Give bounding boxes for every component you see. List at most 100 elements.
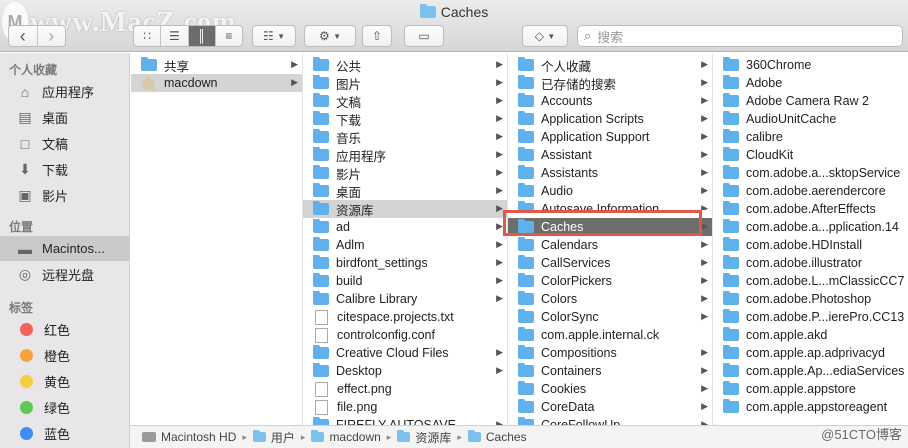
folder-icon: [723, 201, 739, 215]
sidebar-item-label: 文稿: [42, 137, 69, 152]
column-row[interactable]: Calendars ▶: [508, 236, 712, 254]
column-row[interactable]: ad ▶: [303, 218, 507, 236]
column-row[interactable]: com.adobe.a...pplication.14: [713, 218, 908, 236]
column-row[interactable]: 资源库 ▶: [303, 200, 507, 218]
column-row[interactable]: birdfont_settings ▶: [303, 254, 507, 272]
sidebar-item[interactable]: ⌂ 应用程序: [0, 79, 130, 104]
column-row[interactable]: Desktop ▶: [303, 362, 507, 380]
column-row[interactable]: CloudKit: [713, 146, 908, 164]
row-label: com.adobe.a...sktopService: [746, 166, 901, 180]
column-row[interactable]: Compositions ▶: [508, 344, 712, 362]
column-row[interactable]: Accounts ▶: [508, 92, 712, 110]
column-row[interactable]: com.apple.appstore: [713, 380, 908, 398]
column-row[interactable]: CallServices ▶: [508, 254, 712, 272]
sidebar-item[interactable]: 蓝色: [0, 421, 130, 446]
column-row[interactable]: build ▶: [303, 272, 507, 290]
column-row[interactable]: 公共 ▶: [303, 56, 507, 74]
tag-button[interactable]: ▭: [404, 25, 444, 47]
sidebar-item[interactable]: ▬ Macintos...: [0, 236, 130, 261]
column-row[interactable]: Calibre Library ▶: [303, 290, 507, 308]
sidebar-item[interactable]: 绿色: [0, 395, 130, 420]
column-row[interactable]: com.adobe.L...mClassicCC7: [713, 272, 908, 290]
path-segment[interactable]: macdown: [311, 430, 381, 444]
column-row[interactable]: Adobe Camera Raw 2: [713, 92, 908, 110]
column-row[interactable]: Caches ▶: [508, 218, 712, 236]
column-row[interactable]: macdown ▶: [131, 74, 302, 92]
column-row[interactable]: com.apple.appstoreagent: [713, 398, 908, 416]
column-row[interactable]: Audio ▶: [508, 182, 712, 200]
column-row[interactable]: 文稿 ▶: [303, 92, 507, 110]
column-row[interactable]: AudioUnitCache: [713, 110, 908, 128]
share-button[interactable]: ⇧: [362, 25, 392, 47]
column-row[interactable]: 已存储的搜索 ▶: [508, 74, 712, 92]
column-row[interactable]: com.apple.akd: [713, 326, 908, 344]
sidebar-item[interactable]: ▤ 桌面: [0, 105, 130, 130]
column-row[interactable]: CoreFollowUp ▶: [508, 416, 712, 425]
column-row[interactable]: citespace.projects.txt: [303, 308, 507, 326]
column-row[interactable]: Cookies ▶: [508, 380, 712, 398]
column-view-button[interactable]: ║: [188, 26, 216, 46]
column-row[interactable]: ColorPickers ▶: [508, 272, 712, 290]
back-button[interactable]: ‹: [9, 26, 38, 46]
column-row[interactable]: file.png: [303, 398, 507, 416]
column-row[interactable]: 影片 ▶: [303, 164, 507, 182]
column-row[interactable]: com.adobe.HDInstall: [713, 236, 908, 254]
path-segment[interactable]: 资源库: [397, 429, 451, 446]
column-row[interactable]: 个人收藏 ▶: [508, 56, 712, 74]
column-row[interactable]: com.adobe.AfterEffects: [713, 200, 908, 218]
column-row[interactable]: Creative Cloud Files ▶: [303, 344, 507, 362]
icon-view-button[interactable]: ∷: [134, 26, 162, 46]
column-row[interactable]: effect.png: [303, 380, 507, 398]
dropbox-button[interactable]: ◇ ▼: [522, 25, 568, 47]
column-row[interactable]: 桌面 ▶: [303, 182, 507, 200]
list-view-button[interactable]: ☰: [161, 26, 189, 46]
column-row[interactable]: com.adobe.illustrator: [713, 254, 908, 272]
disclosure-arrow-icon: ▶: [701, 59, 708, 69]
group-button[interactable]: ☷ ▼: [252, 25, 296, 47]
column-row[interactable]: FIREFLY AUTOSAVE ▶: [303, 416, 507, 425]
sidebar-item[interactable]: ◎ 远程光盘: [0, 262, 130, 287]
column-row[interactable]: com.apple.internal.ck: [508, 326, 712, 344]
action-button[interactable]: ⚙ ▼: [304, 25, 356, 47]
search-field[interactable]: ⌕ 搜索: [577, 25, 903, 47]
column-row[interactable]: 共享 ▶: [131, 56, 302, 74]
column-row[interactable]: Assistants ▶: [508, 164, 712, 182]
column-row[interactable]: Containers ▶: [508, 362, 712, 380]
column-row[interactable]: 应用程序 ▶: [303, 146, 507, 164]
column-row[interactable]: ColorSync ▶: [508, 308, 712, 326]
column-row[interactable]: com.apple.ap.adprivacyd: [713, 344, 908, 362]
sidebar-item[interactable]: □ 文稿: [0, 131, 130, 156]
column-row[interactable]: calibre: [713, 128, 908, 146]
row-label: AudioUnitCache: [746, 112, 837, 126]
column-row[interactable]: Application Scripts ▶: [508, 110, 712, 128]
path-segment[interactable]: 用户: [252, 429, 295, 446]
column-row[interactable]: Assistant ▶: [508, 146, 712, 164]
column-row[interactable]: 音乐 ▶: [303, 128, 507, 146]
gallery-view-button[interactable]: ≡: [216, 26, 242, 46]
column-row[interactable]: com.adobe.aerendercore: [713, 182, 908, 200]
sidebar-item[interactable]: ⬇ 下载: [0, 157, 130, 182]
column-row[interactable]: com.apple.Ap...ediaServices: [713, 362, 908, 380]
column-row[interactable]: Adobe: [713, 74, 908, 92]
column-row[interactable]: Autosave Information ▶: [508, 200, 712, 210]
sidebar-item[interactable]: 橙色: [0, 343, 130, 368]
column-row[interactable]: com.adobe.P...ierePro.CC13: [713, 308, 908, 326]
column-row[interactable]: Application Support ▶: [508, 128, 712, 146]
sidebar-item[interactable]: ▣ 影片: [0, 183, 130, 208]
column-row[interactable]: 图片 ▶: [303, 74, 507, 92]
column-row[interactable]: Adlm ▶: [303, 236, 507, 254]
path-segment[interactable]: Caches: [467, 430, 527, 444]
path-segment[interactable]: Macintosh HD: [142, 430, 236, 444]
sidebar-item[interactable]: 黄色: [0, 369, 130, 394]
column-row[interactable]: Colors ▶: [508, 290, 712, 308]
column-row[interactable]: com.adobe.Photoshop: [713, 290, 908, 308]
column-row[interactable]: com.adobe.a...sktopService: [713, 164, 908, 182]
sidebar-item[interactable]: 红色: [0, 317, 130, 342]
column-row[interactable]: controlconfig.conf: [303, 326, 507, 344]
column-row[interactable]: 下载 ▶: [303, 110, 507, 128]
sidebar-icon: ▬: [18, 240, 32, 257]
column-row[interactable]: CoreData ▶: [508, 398, 712, 416]
forward-button[interactable]: ›: [38, 26, 66, 46]
sidebar-section-title: 个人收藏: [9, 63, 58, 77]
column-row[interactable]: 360Chrome: [713, 56, 908, 74]
